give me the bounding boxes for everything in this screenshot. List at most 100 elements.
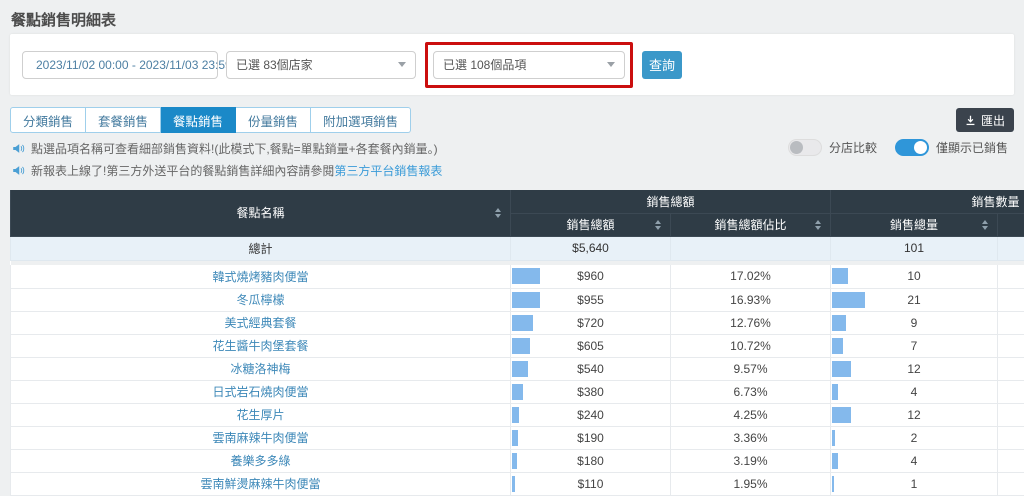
tab-4[interactable]: 附加選項銷售 <box>311 107 411 133</box>
qty-cell: 2 <box>831 426 998 449</box>
cut-cell <box>998 403 1024 426</box>
amount-bar <box>512 338 530 354</box>
sort-icon[interactable] <box>815 220 821 230</box>
amount-bar <box>512 268 540 284</box>
amount-bar <box>512 361 528 377</box>
qty-bar <box>832 268 848 284</box>
qty-bar <box>832 361 851 377</box>
qty-bar <box>832 407 851 423</box>
amount-cell: $605 <box>511 334 671 357</box>
qty-cell: 4 <box>831 380 998 403</box>
totals-pct <box>671 236 831 260</box>
sort-icon[interactable] <box>495 208 501 218</box>
dish-name-link[interactable]: 冰糖洛神梅 <box>230 362 290 376</box>
dish-name-link[interactable]: 花生醬牛肉堡套餐 <box>212 339 308 353</box>
table-row: 美式經典套餐 $720 12.76% 9 <box>11 311 1024 334</box>
table-row: 雲南鮮燙麻辣牛肉便當 $110 1.95% 1 <box>11 472 1024 495</box>
amount-cell: $955 <box>511 288 671 311</box>
amount-pct-cell: 9.57% <box>671 357 831 380</box>
table-row: 冰糖洛神梅 $540 9.57% 12 <box>11 357 1024 380</box>
amount-bar <box>512 476 515 492</box>
amount-cell: $240 <box>511 403 671 426</box>
date-range-input[interactable]: 2023/11/02 00:00 - 2023/11/03 23:59 <box>22 51 218 79</box>
tab-1[interactable]: 套餐銷售 <box>86 107 161 133</box>
header-amount-pct[interactable]: 銷售總額佔比 <box>671 213 831 236</box>
totals-row: 總計 $5,640 101 <box>11 236 1024 260</box>
toggle-switch[interactable] <box>895 139 929 156</box>
cut-cell <box>998 426 1024 449</box>
totals-amount: $5,640 <box>511 236 671 260</box>
cut-cell <box>998 311 1024 334</box>
cut-cell <box>998 472 1024 495</box>
cut-cell <box>998 288 1024 311</box>
amount-bar <box>512 453 517 469</box>
amount-cell: $960 <box>511 265 671 288</box>
filter-panel: 2023/11/02 00:00 - 2023/11/03 23:59 已選 8… <box>10 34 1014 95</box>
toggle-item: 僅顯示已銷售 <box>895 139 1008 156</box>
dish-name-cell: 美式經典套餐 <box>11 311 511 334</box>
notice-link[interactable]: 第三方平台銷售報表 <box>334 162 442 179</box>
amount-bar <box>512 407 519 423</box>
amount-cell: $720 <box>511 311 671 334</box>
header-amount[interactable]: 銷售總額 <box>511 213 671 236</box>
qty-bar <box>832 476 834 492</box>
amount-pct-cell: 3.19% <box>671 449 831 472</box>
totals-qty: 101 <box>831 236 998 260</box>
qty-cell: 1 <box>831 472 998 495</box>
item-select-value: 已選 108個品項 <box>443 56 526 73</box>
amount-pct-cell: 16.93% <box>671 288 831 311</box>
sort-icon[interactable] <box>982 220 988 230</box>
export-button[interactable]: 匯出 <box>956 108 1014 132</box>
dish-name-link[interactable]: 雲南鮮燙麻辣牛肉便當 <box>200 477 320 491</box>
notice-line: 點選品項名稱可查看細部銷售資料!(此模式下,餐點=單點銷量+各套餐內銷量。) <box>12 138 442 158</box>
dish-name-cell: 花生醬牛肉堡套餐 <box>11 334 511 357</box>
table-row: 花生厚片 $240 4.25% 12 <box>11 403 1024 426</box>
tabs-row: 分類銷售套餐銷售餐點銷售份量銷售附加選項銷售 匯出 <box>10 107 1014 133</box>
amount-cell: $540 <box>511 357 671 380</box>
tab-2[interactable]: 餐點銷售 <box>161 107 236 133</box>
dish-name-cell: 養樂多多綠 <box>11 449 511 472</box>
item-select[interactable]: 已選 108個品項 <box>433 51 625 79</box>
store-select-value: 已選 83個店家 <box>236 56 313 73</box>
toggle-switch[interactable] <box>788 139 822 156</box>
qty-bar <box>832 453 838 469</box>
table-row: 雲南麻辣牛肉便當 $190 3.36% 2 <box>11 426 1024 449</box>
amount-bar <box>512 430 518 446</box>
dish-name-link[interactable]: 日式岩石燒肉便當 <box>212 385 308 399</box>
header-dish-name[interactable]: 餐點名稱 <box>11 190 511 236</box>
query-button[interactable]: 查詢 <box>642 51 682 79</box>
dish-name-link[interactable]: 花生厚片 <box>236 408 284 422</box>
qty-cell: 12 <box>831 357 998 380</box>
dish-name-link[interactable]: 美式經典套餐 <box>224 316 296 330</box>
amount-cell: $380 <box>511 380 671 403</box>
qty-bar <box>832 384 838 400</box>
dish-name-link[interactable]: 韓式燒烤豬肉便當 <box>212 270 308 284</box>
amount-cell: $180 <box>511 449 671 472</box>
sales-table: 餐點名稱 銷售總額 銷售數量 銷售總額 銷售總額佔比 <box>10 190 1024 496</box>
qty-bar <box>832 430 835 446</box>
amount-cell: $110 <box>511 472 671 495</box>
dish-name-cell: 冰糖洛神梅 <box>11 357 511 380</box>
header-group-quantity: 銷售數量 <box>831 190 1024 213</box>
cut-cell <box>998 380 1024 403</box>
toggle-label: 分店比較 <box>829 139 877 156</box>
header-cut-column <box>998 213 1024 236</box>
qty-cell: 21 <box>831 288 998 311</box>
toggle-knob <box>914 141 927 154</box>
date-range-value: 2023/11/02 00:00 - 2023/11/03 23:59 <box>36 58 232 72</box>
totals-label: 總計 <box>11 236 511 260</box>
amount-pct-cell: 1.95% <box>671 472 831 495</box>
header-qty[interactable]: 銷售總量 <box>831 213 998 236</box>
amount-pct-cell: 12.76% <box>671 311 831 334</box>
chevron-down-icon <box>398 62 406 67</box>
tab-0[interactable]: 分類銷售 <box>10 107 86 133</box>
megaphone-icon <box>12 142 25 155</box>
dish-name-link[interactable]: 養樂多多綠 <box>230 454 290 468</box>
toggles: 分店比較 僅顯示已銷售 <box>788 139 1008 156</box>
tab-3[interactable]: 份量銷售 <box>236 107 311 133</box>
store-select[interactable]: 已選 83個店家 <box>226 51 416 79</box>
dish-name-link[interactable]: 雲南麻辣牛肉便當 <box>212 431 308 445</box>
sort-icon[interactable] <box>655 220 661 230</box>
dish-name-link[interactable]: 冬瓜檸檬 <box>236 293 284 307</box>
amount-pct-cell: 6.73% <box>671 380 831 403</box>
